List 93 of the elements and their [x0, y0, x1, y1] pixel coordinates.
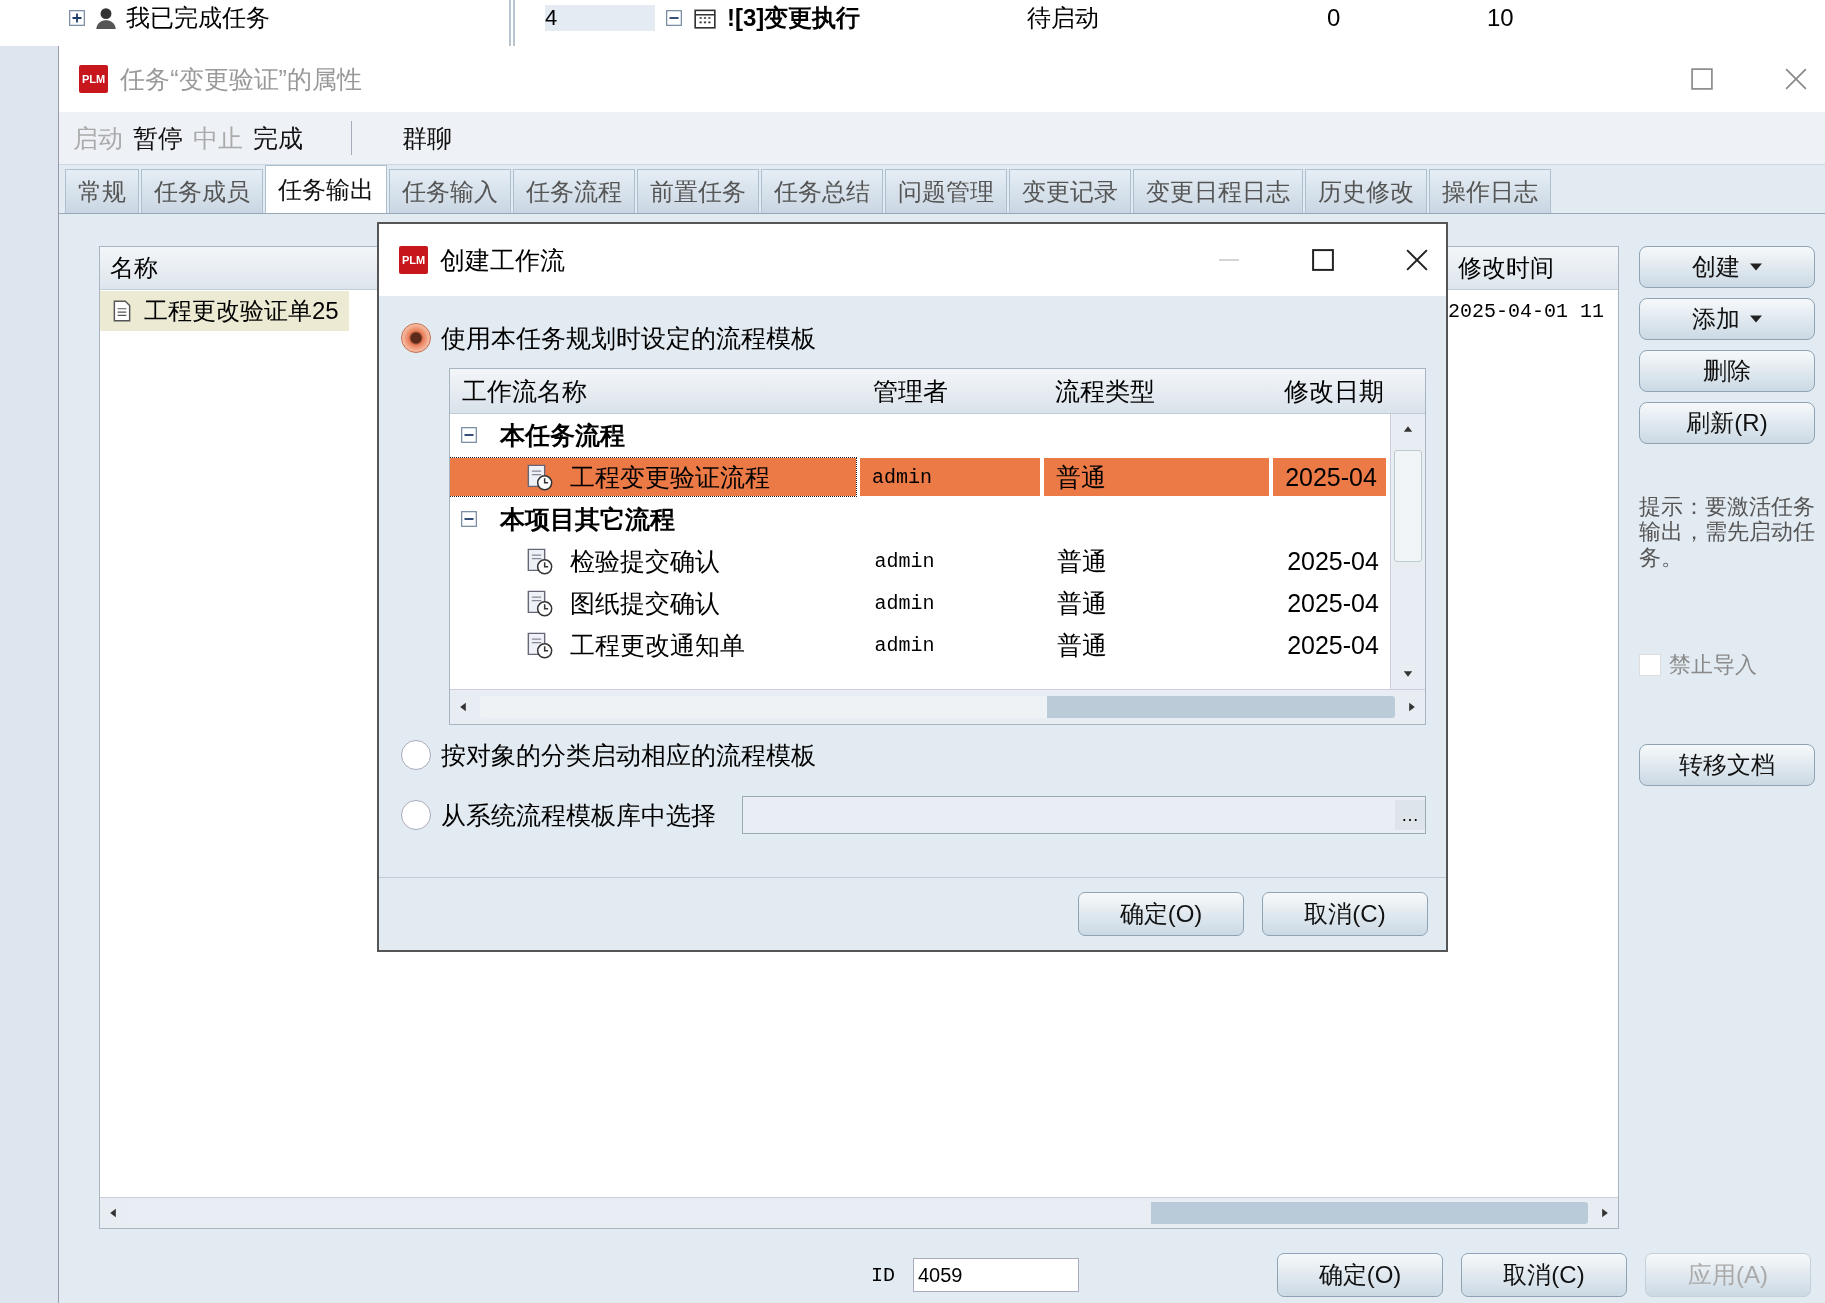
tab[interactable]: 操作日志 [1429, 169, 1551, 213]
table-cell-text: 2025-04 [1286, 588, 1380, 618]
collapse-icon[interactable] [460, 510, 478, 528]
option-label[interactable]: 使用本任务规划时设定的流程模板 [441, 321, 816, 355]
tab[interactable]: 问题管理 [885, 169, 1007, 213]
caret-icon [1750, 263, 1762, 271]
dialog-button[interactable]: 取消(C) [1262, 892, 1428, 936]
tab[interactable]: 任务输出 [265, 165, 387, 213]
vertical-scrollbar[interactable] [1390, 414, 1425, 689]
modified-time: 2025-04-01 11 [1448, 299, 1606, 323]
toolbar-button[interactable]: 完成 [251, 119, 305, 157]
toolbar-button[interactable]: 群聊 [400, 119, 454, 157]
person-icon [94, 6, 118, 30]
browse-button[interactable]: … [1395, 800, 1425, 830]
hint-text: 提示：要激活任务输出，需先启动任务。 [1639, 494, 1815, 570]
horizontal-scrollbar[interactable] [450, 689, 1425, 724]
tab[interactable]: 任务输入 [389, 169, 511, 213]
app-logo: PLM [79, 65, 109, 93]
tree-item[interactable]: 我已完成任务 [126, 2, 270, 34]
task-name: ![3]变更执行 [727, 3, 862, 33]
column-header[interactable]: 名称 [100, 252, 158, 284]
option-label[interactable]: 按对象的分类启动相应的流程模板 [441, 738, 816, 772]
radio-button[interactable] [401, 800, 431, 830]
table-cell-text: admin [873, 633, 936, 657]
maximize-icon[interactable] [1312, 249, 1334, 271]
workflow-name: 工程更改通知单 [570, 629, 745, 661]
dialog-button[interactable]: 取消(C) [1461, 1253, 1627, 1297]
app-logo: PLM [399, 246, 429, 274]
workflow-name: 工程变更验证流程 [570, 461, 770, 493]
id-field: 4059 [913, 1258, 1079, 1292]
table-cell-text: admin [873, 591, 936, 615]
workflow-row[interactable]: 图纸提交确认 admin 普通 2025-04 [450, 582, 1390, 624]
expand-icon[interactable] [68, 9, 86, 27]
caret-icon [1750, 315, 1762, 323]
file-name: 工程更改验证单25 [144, 296, 339, 326]
radio-button[interactable] [401, 740, 431, 770]
table-cell: admin [860, 458, 1040, 496]
collapse-icon[interactable] [665, 9, 683, 27]
table-cell-text: 2025-04 [1286, 546, 1380, 576]
table-cell: 10 [1487, 4, 1514, 32]
tab[interactable]: 任务总结 [761, 169, 883, 213]
dialog-title: 创建工作流 [440, 244, 566, 276]
table-cell-text: 0 [1327, 4, 1342, 32]
workflow-icon [526, 463, 554, 491]
workflow-icon [526, 631, 554, 659]
tab[interactable]: 任务成员 [141, 169, 263, 213]
table-cell: 2025-04 [1273, 458, 1386, 496]
group-name: 本项目其它流程 [500, 503, 675, 535]
workflow-row[interactable]: 检验提交确认 admin 普通 2025-04 [450, 540, 1390, 582]
side-button[interactable]: 删除 [1639, 350, 1815, 392]
dialog-button[interactable]: 确定(O) [1078, 892, 1244, 936]
column-header[interactable]: 修改时间 [1458, 252, 1618, 284]
side-button[interactable]: 创建 [1639, 246, 1815, 288]
workflow-name: 图纸提交确认 [570, 587, 720, 619]
column-header[interactable]: 修改日期 [1271, 374, 1425, 408]
transfer-button[interactable]: 转移文档 [1639, 743, 1815, 786]
table-cell-text: 2025-04 [1286, 630, 1380, 660]
side-button[interactable]: 刷新(R) [1639, 402, 1815, 444]
radio-button[interactable] [401, 323, 431, 353]
table-cell-text: 普通 [1056, 545, 1109, 577]
workflow-row[interactable]: 工程变更验证流程 admin 普通 2025-04 [450, 456, 1390, 498]
tab[interactable]: 任务流程 [513, 169, 635, 213]
workflow-icon [526, 547, 554, 575]
row-number: 4 [545, 5, 655, 31]
column-header[interactable]: 流程类型 [1042, 374, 1272, 408]
tab[interactable]: 变更记录 [1009, 169, 1131, 213]
tab[interactable]: 前置任务 [637, 169, 759, 213]
window-title: 任务“变更验证”的属性 [120, 63, 362, 95]
task-status: 待启动 [1027, 3, 1100, 33]
collapse-icon[interactable] [460, 426, 478, 444]
template-field[interactable]: … [742, 796, 1426, 834]
column-header[interactable]: 管理者 [860, 374, 1043, 408]
table-row[interactable]: 工程更改验证单25 [100, 291, 349, 331]
group-name: 本任务流程 [500, 419, 625, 451]
column-header[interactable]: 工作流名称 [450, 374, 861, 408]
tab[interactable]: 历史修改 [1305, 169, 1427, 213]
workflow-row[interactable]: 工程更改通知单 admin 普通 2025-04 [450, 624, 1390, 666]
table-cell-text: admin [873, 549, 936, 573]
toolbar-button[interactable]: 暂停 [131, 119, 185, 157]
side-button[interactable]: 添加 [1639, 298, 1815, 340]
close-icon[interactable] [1406, 249, 1428, 271]
workflow-name: 检验提交确认 [570, 545, 720, 577]
checkbox-label: 禁止导入 [1669, 650, 1757, 679]
option-label[interactable]: 从系统流程模板库中选择 [441, 798, 716, 832]
id-label: ID [871, 1263, 895, 1287]
tab[interactable]: 变更日程日志 [1133, 169, 1303, 213]
table-cell: 普通 [1043, 458, 1270, 496]
dialog-button[interactable]: 确定(O) [1277, 1253, 1443, 1297]
table-cell-text: 普通 [1056, 587, 1109, 619]
table-cell-text: 普通 [1056, 629, 1109, 661]
tab[interactable]: 常规 [65, 169, 139, 213]
workflow-icon [526, 589, 554, 617]
horizontal-scrollbar[interactable] [100, 1197, 1618, 1228]
